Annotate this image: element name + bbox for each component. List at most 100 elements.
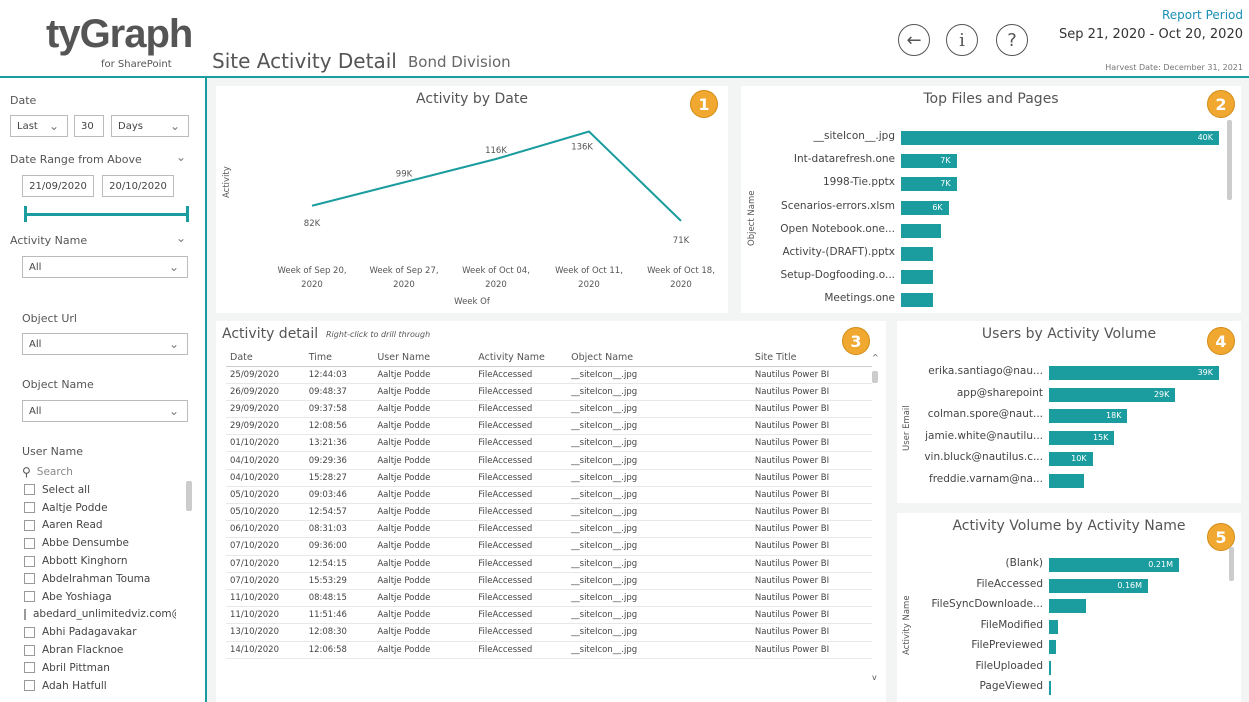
chevron-down-icon[interactable]: ⌄ <box>176 150 186 164</box>
scroll-up-icon[interactable]: ^ <box>872 353 879 362</box>
user-list-item[interactable]: Abhi Padagavakar <box>10 623 176 641</box>
column-header[interactable]: Activity Name <box>474 349 568 367</box>
column-header[interactable]: Date <box>226 349 305 367</box>
user-list-item[interactable]: Aaren Read <box>10 517 176 535</box>
activity-line-chart[interactable]: 82K 99K 116K 136K 71K Week of Sep 20, 2020 Week… <box>216 86 728 313</box>
bar-value-label: 15K <box>1092 432 1109 442</box>
bar[interactable] <box>901 131 1219 145</box>
date-filter-label: Date <box>10 94 37 107</box>
column-header[interactable]: Object Name <box>567 349 751 367</box>
checkbox[interactable] <box>24 555 35 567</box>
user-list-item[interactable]: abedard_unlimitedviz.com@... <box>10 606 176 624</box>
table-row[interactable]: 07/10/2020 15:53:29 Aaltje Podde FileAccess… <box>226 572 872 590</box>
user-list-item[interactable]: Abbe Densumbe <box>10 534 176 552</box>
user-list-item[interactable]: Abe Yoshiaga <box>10 588 176 606</box>
report-period-label[interactable]: Report Period <box>1162 8 1243 22</box>
user-list-item[interactable]: Aaltje Podde <box>10 499 176 517</box>
table-row[interactable]: 11/10/2020 08:48:15 Aaltje Podde FileAccess… <box>226 589 872 608</box>
user-list-scrollbar[interactable] <box>186 481 192 511</box>
bar[interactable] <box>901 293 933 308</box>
object-url-dropdown[interactable]: All ⌄ <box>22 333 188 355</box>
checkbox[interactable] <box>24 680 35 692</box>
search-icon: ⚲ <box>22 465 31 479</box>
table-cell: __siteIcon__.jpg <box>567 623 751 642</box>
checkbox[interactable] <box>24 484 35 496</box>
column-header[interactable]: Time <box>304 349 374 367</box>
table-row[interactable]: 05/10/2020 12:54:57 Aaltje Podde FileAccess… <box>226 503 872 522</box>
table-row[interactable]: 25/09/2020 12:44:03 Aaltje Podde FileAccess… <box>226 366 872 384</box>
bar[interactable] <box>901 247 933 261</box>
bar-category-label: FileUploaded <box>975 659 1044 672</box>
bar[interactable] <box>1049 619 1059 634</box>
checkbox[interactable] <box>24 573 35 585</box>
table-row[interactable]: 29/09/2020 12:08:56 Aaltje Podde FileAccess… <box>226 417 872 436</box>
checkbox[interactable] <box>24 591 35 603</box>
date-mode-dropdown[interactable]: Last ⌄ <box>10 115 68 137</box>
back-button[interactable]: ← <box>898 24 930 56</box>
table-row[interactable]: 26/09/2020 09:48:37 Aaltje Podde FileAccess… <box>226 383 872 401</box>
table-row[interactable]: 11/10/2020 11:51:46 Aaltje Podde FileAccess… <box>226 606 872 625</box>
table-row[interactable]: 01/10/2020 13:21:36 Aaltje Podde FileAccess… <box>226 434 872 453</box>
chart-scrollbar[interactable] <box>1227 120 1232 200</box>
scroll-down-icon[interactable]: v <box>872 673 877 682</box>
user-list-item[interactable]: Abdelrahman Touma <box>10 570 176 588</box>
bar[interactable] <box>901 270 933 285</box>
checkbox[interactable] <box>24 662 35 674</box>
activity-name-label: Activity Name <box>10 234 88 247</box>
user-list-item[interactable]: Abbott Kinghorn <box>10 552 176 570</box>
table-row[interactable]: 07/10/2020 12:54:15 Aaltje Podde FileAccess… <box>226 555 872 573</box>
help-button[interactable]: ? <box>996 24 1028 56</box>
bar[interactable] <box>901 223 941 238</box>
x-tick-label: 2020 <box>578 280 600 290</box>
date-end-input[interactable]: 20/10/2020 <box>102 175 174 197</box>
table-cell: Nautilus Power BI <box>750 555 872 573</box>
bar[interactable] <box>1049 681 1051 695</box>
bar[interactable] <box>1049 366 1219 380</box>
chevron-down-icon[interactable]: ⌄ <box>176 231 186 245</box>
date-count-input[interactable]: 30 <box>74 115 104 137</box>
user-list-item[interactable]: Abran Flacknoe <box>10 641 176 659</box>
table-row[interactable]: 29/09/2020 09:37:58 Aaltje Podde FileAccess… <box>226 400 872 419</box>
table-row[interactable]: 05/10/2020 09:03:46 Aaltje Podde FileAccess… <box>226 486 872 505</box>
table-row[interactable]: 07/10/2020 09:36:00 Aaltje Podde FileAccess… <box>226 537 872 556</box>
activity-name-dropdown[interactable]: All ⌄ <box>22 256 188 278</box>
object-name-dropdown[interactable]: All ⌄ <box>22 400 188 422</box>
table-row[interactable]: 06/10/2020 08:31:03 Aaltje Podde FileAccess… <box>226 520 872 539</box>
bar[interactable] <box>1049 599 1087 613</box>
activity-series-line[interactable] <box>311 130 682 222</box>
checkbox[interactable] <box>24 537 35 549</box>
info-button[interactable]: i <box>946 24 978 56</box>
table-cell: Nautilus Power BI <box>750 383 872 401</box>
date-unit-dropdown[interactable]: Days ⌄ <box>111 115 189 137</box>
checkbox[interactable] <box>24 502 35 514</box>
table-cell: FileAccessed <box>474 555 568 573</box>
table-row[interactable]: 14/10/2020 12:06:58 Aaltje Podde FileAccess… <box>226 641 872 659</box>
date-range-slider[interactable] <box>26 213 188 216</box>
data-label: 136K <box>571 143 593 153</box>
bar[interactable] <box>1049 640 1056 654</box>
slider-end-handle[interactable] <box>186 206 189 222</box>
checkbox[interactable] <box>24 626 35 638</box>
table-row[interactable]: 04/10/2020 15:28:27 Aaltje Podde FileAccess… <box>226 469 872 487</box>
select-all-option[interactable]: Select all <box>10 481 176 499</box>
checkbox[interactable] <box>24 644 35 656</box>
bar-value-label: 0.06M <box>1090 601 1115 610</box>
chart-scrollbar[interactable] <box>1229 547 1234 581</box>
bar-category-label: Meetings.one <box>824 292 895 305</box>
bar[interactable] <box>1049 660 1052 675</box>
table-row[interactable]: 04/10/2020 09:29:36 Aaltje Podde FileAccess… <box>226 451 872 470</box>
date-start-input[interactable]: 21/09/2020 <box>22 175 94 197</box>
table-scrollbar[interactable] <box>872 371 878 383</box>
bar[interactable] <box>1049 473 1084 488</box>
user-list-item[interactable]: Abril Pittman <box>10 659 176 677</box>
checkbox[interactable] <box>24 608 26 620</box>
column-header[interactable]: Site Title <box>750 349 872 367</box>
table-cell: Nautilus Power BI <box>750 503 872 522</box>
user-search-input[interactable]: ⚲ Search <box>22 463 188 481</box>
bar-value-label: 8K <box>1087 475 1099 485</box>
checkbox[interactable] <box>24 519 35 531</box>
column-header[interactable]: User Name <box>373 349 475 367</box>
slider-start-handle[interactable] <box>24 206 27 222</box>
table-row[interactable]: 13/10/2020 12:08:30 Aaltje Podde FileAccess… <box>226 623 872 642</box>
user-list-item[interactable]: Adah Hatfull <box>10 677 176 695</box>
